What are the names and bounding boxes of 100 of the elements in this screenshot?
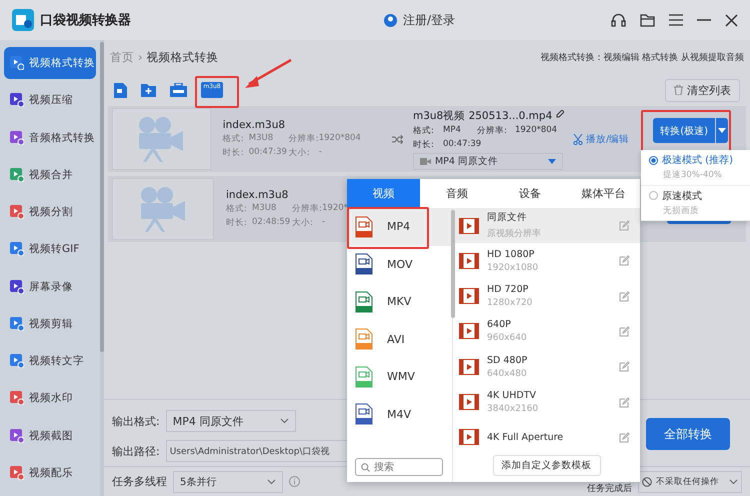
rename-icon[interactable] (556, 110, 564, 118)
add-template-button[interactable]: 添加自定义参数模板 (492, 455, 600, 476)
sidebar-item[interactable]: 视频配乐 (4, 456, 96, 489)
field-label: 分辨率: (476, 124, 508, 136)
field-label: 格式: (222, 133, 245, 145)
film-icon (459, 358, 479, 375)
field-label: 格式: (226, 203, 248, 215)
add-folder-icon[interactable] (141, 84, 156, 96)
toolbox-icon[interactable] (170, 83, 187, 97)
search-field[interactable]: 搜索 (355, 458, 443, 476)
field-value: 02:48:59 (252, 217, 292, 229)
output-path-label: 输出路径: (112, 444, 160, 458)
sidebar-item[interactable]: 视频格式转换 (4, 47, 96, 80)
field-label: 分辨率: (288, 133, 320, 145)
preset-item[interactable]: 同原文件 原视频分辨率 (453, 208, 640, 244)
dropdown-value: MP4 同原文件 (172, 414, 244, 428)
edit-icon (619, 432, 630, 443)
speed-option-note: 无损画质 (662, 204, 700, 217)
field-value: MP4 (442, 124, 462, 136)
output-format-label: 输出格式: (112, 414, 160, 428)
edit-icon (619, 361, 630, 372)
format-tab[interactable]: 视频 (347, 179, 420, 208)
field-value: 00:47:39 (248, 147, 288, 159)
threads-dropdown[interactable]: 5条并行 (173, 470, 283, 492)
convert-mode-button[interactable] (716, 118, 728, 143)
caret-icon (548, 158, 556, 164)
sidebar-item[interactable]: 视频合并 (4, 158, 96, 191)
sidebar-item[interactable]: 视频截图 (4, 420, 96, 452)
login-link[interactable]: 注册/登录 (402, 12, 455, 28)
preset-title: HD 720P (487, 284, 530, 296)
field-value: - (318, 147, 323, 159)
video-file-icon (355, 328, 373, 350)
field-value: - (322, 217, 326, 229)
preset-title: 4K Full Aperture (487, 432, 564, 443)
preset-title: SD 480P (487, 354, 528, 366)
chevron-icon (267, 478, 276, 484)
radio-button[interactable] (649, 156, 658, 165)
search-icon (361, 462, 370, 472)
sidebar-item[interactable]: 视频压缩 (4, 84, 96, 116)
sidebar-item[interactable]: 视频转GIF (4, 233, 96, 266)
video-file-icon (355, 253, 373, 276)
highlight-frame (195, 76, 239, 108)
video-file-icon (355, 290, 373, 313)
video-file-icon[interactable] (114, 82, 127, 98)
output-format-dropdown[interactable]: MP4 同原文件 (166, 410, 296, 432)
speed-option[interactable]: 原速模式 无损画质 (641, 186, 750, 221)
edit-icon (619, 396, 630, 408)
menu-icon[interactable] (669, 14, 683, 26)
preset-title: 4K UHDTV (487, 390, 538, 402)
format-item[interactable]: MP4 (347, 208, 452, 246)
caret-icon (718, 128, 726, 133)
sidebar-item[interactable]: 视频转文字 (4, 345, 96, 378)
field-label: 分辨率: (292, 203, 323, 215)
dropdown-value: 5条并行 (180, 476, 216, 488)
preset-resolution: 640x480 (487, 368, 528, 379)
scissors-icon (572, 134, 583, 144)
field-value: 1920* (322, 203, 349, 215)
sidebar-item[interactable]: 屏幕录像 (4, 270, 96, 303)
clear-list-button[interactable]: 清空列表 (665, 78, 740, 102)
breadcrumb-current: 视频格式转换 (146, 50, 219, 64)
preset-title: 同原文件 (487, 211, 528, 224)
folder-icon[interactable] (640, 14, 655, 26)
headset-icon[interactable] (611, 12, 626, 28)
minimize-icon[interactable] (697, 19, 711, 21)
file-name: index.m3u8 (222, 119, 286, 131)
format-tab[interactable]: 媒体平台 (566, 179, 640, 208)
convert-button[interactable]: 转换(极速) (653, 118, 715, 143)
annotation-arrow (243, 58, 293, 90)
preset-resolution: 1920x1080 (487, 262, 540, 273)
app-title: 口袋视频转换器 (40, 12, 131, 29)
threads-label: 任务多线程 (112, 474, 167, 489)
field-value: M3U8 (252, 203, 278, 215)
film-icon (459, 323, 479, 340)
radio-button[interactable] (649, 191, 658, 200)
preset-resolution: 3840x2160 (487, 404, 540, 414)
video-file-icon (355, 366, 373, 388)
preset-resolution: 1280x720 (487, 298, 534, 308)
edit-icon (619, 326, 630, 337)
sidebar-item[interactable]: 视频水印 (4, 382, 96, 414)
scrollbar-thumb[interactable] (451, 210, 455, 318)
after-finish-dropdown[interactable]: 不采取任何操作 (638, 470, 742, 492)
edit-icon (619, 220, 630, 232)
sidebar-item[interactable]: 视频剪辑 (4, 308, 96, 340)
dropdown-value: 不采取任何操作 (656, 476, 720, 488)
scrollbar-thumb[interactable] (100, 42, 104, 352)
chevron-icon (729, 478, 738, 484)
speed-option-label: 原速模式 (649, 188, 750, 203)
trash-icon (674, 85, 683, 95)
file-name: index.m3u8 (226, 189, 288, 201)
field-label: 时长: (412, 138, 435, 150)
convert-all-button[interactable]: 全部转换 (646, 418, 730, 450)
edit-icon (619, 255, 630, 266)
sidebar-item[interactable]: 视频分割 (4, 196, 96, 228)
preset-dropdown[interactable]: MP4 同原文件 (412, 152, 563, 170)
close-icon[interactable] (725, 14, 738, 26)
film-icon (459, 429, 479, 446)
field-label: 格式: (412, 124, 435, 136)
sidebar-item[interactable]: 音频格式转换 (4, 122, 96, 154)
field-label: 时长: (222, 147, 245, 159)
speed-option[interactable]: 极速模式 (推荐) 提速30%-40% (641, 150, 750, 186)
